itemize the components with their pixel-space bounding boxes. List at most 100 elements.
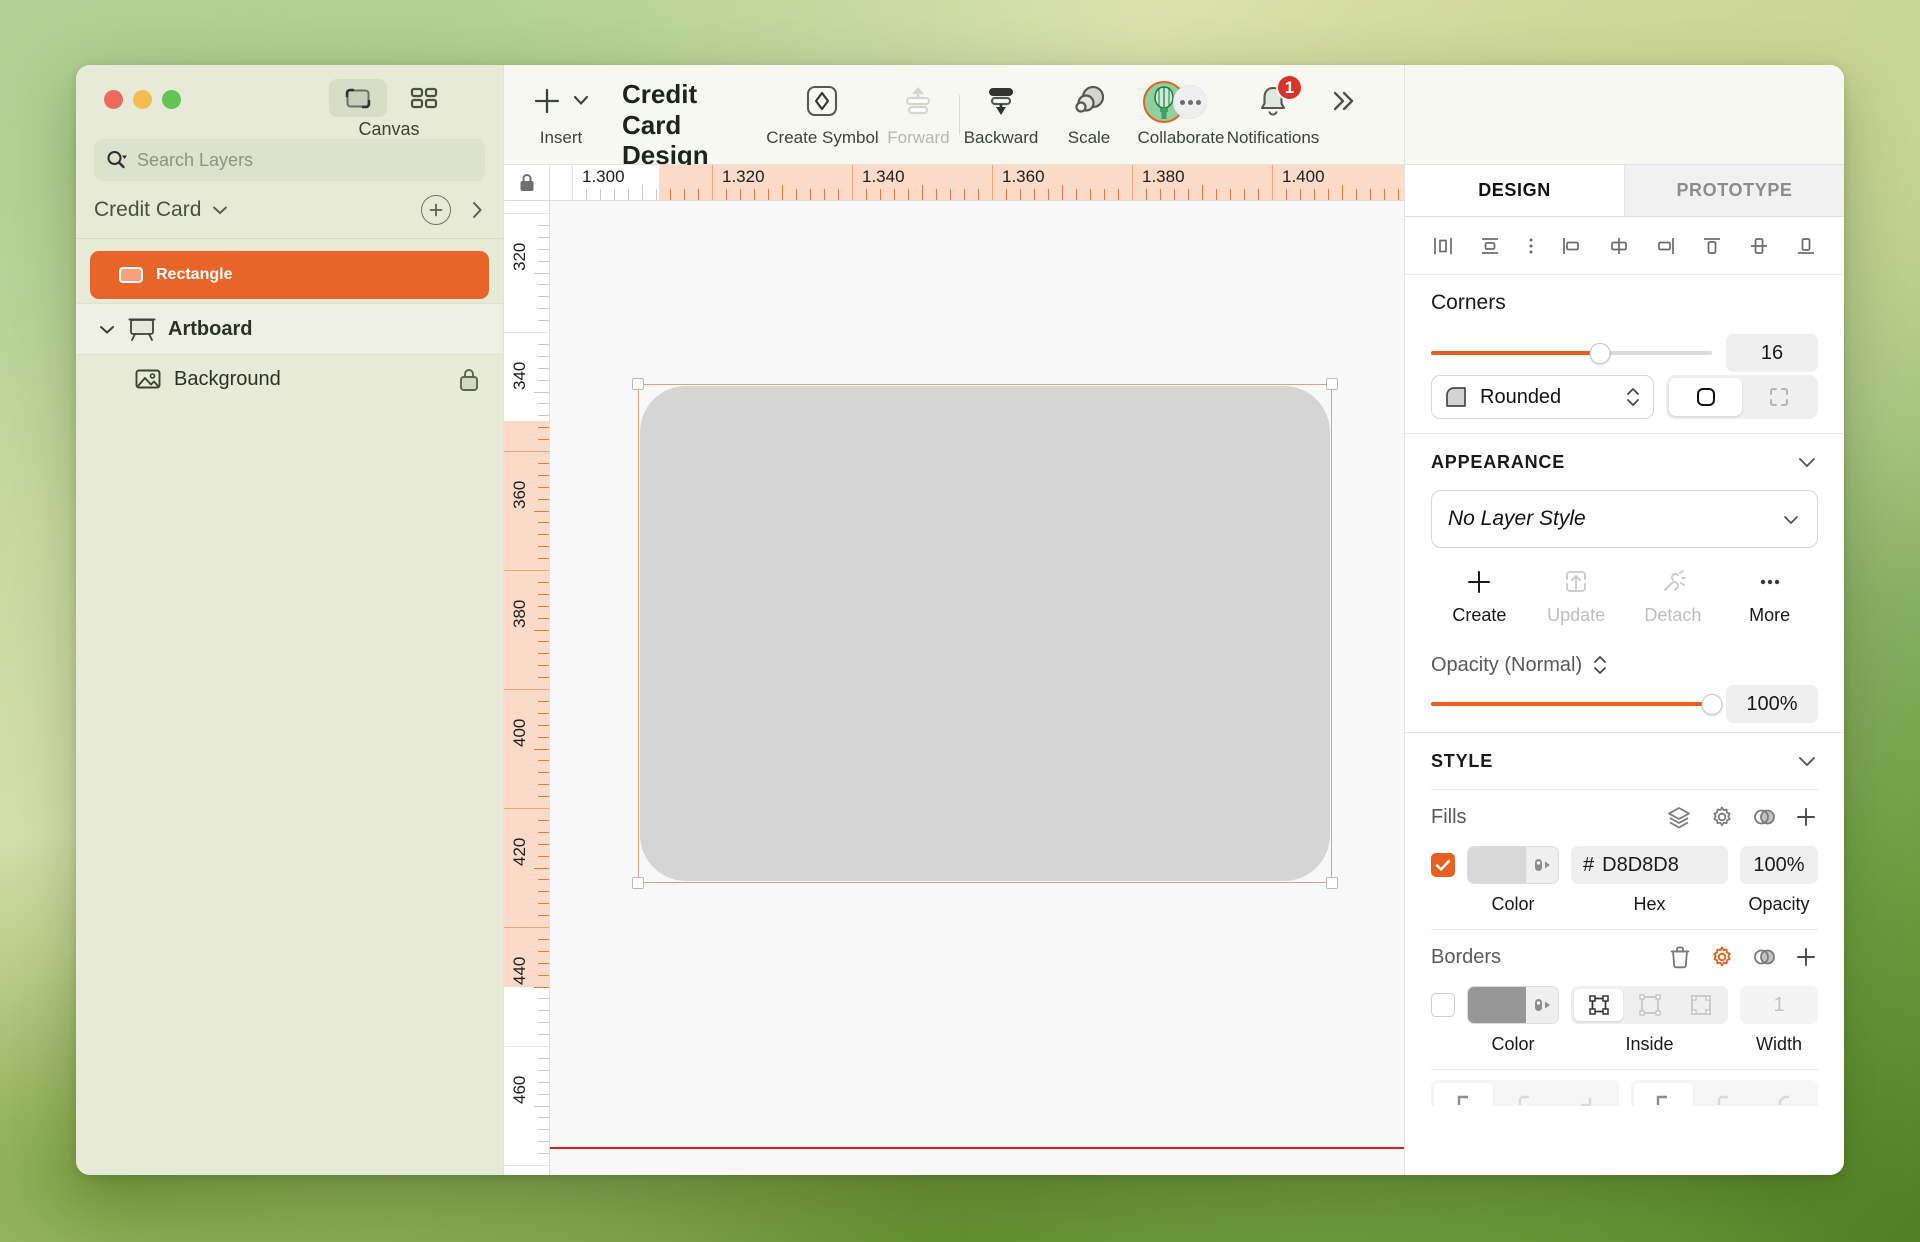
add-page-button[interactable] (421, 195, 451, 225)
ruler-tick-label: 1.340 (862, 167, 905, 187)
corner-radius-value[interactable]: 16 (1726, 334, 1818, 372)
align-middle-icon[interactable] (1607, 235, 1631, 257)
page-selector-row[interactable]: Credit Card (76, 181, 503, 239)
line-join-segmented[interactable] (1631, 1080, 1819, 1106)
create-symbol-label: Create Symbol (766, 128, 878, 148)
corner-type-controls: Rounded (1431, 375, 1818, 433)
border-outside-button[interactable] (1676, 989, 1725, 1021)
join-bevel-icon (1774, 1089, 1796, 1106)
border-enabled-checkbox[interactable] (1431, 993, 1455, 1017)
create-symbol-button[interactable]: Create Symbol (787, 65, 857, 148)
traffic-light-buttons[interactable] (104, 90, 181, 109)
cap-round-icon (1514, 1089, 1536, 1106)
align-center-horizontal-icon[interactable] (1478, 235, 1502, 257)
tab-design[interactable]: DESIGN (1405, 165, 1624, 216)
view-mode-toggle[interactable] (329, 79, 453, 117)
check-icon (1435, 859, 1451, 872)
blend-icon[interactable] (1752, 945, 1776, 969)
toolbar-overflow-button[interactable] (1308, 65, 1378, 121)
trash-icon[interactable] (1668, 945, 1692, 969)
border-inside-button[interactable] (1625, 989, 1674, 1021)
stepper-icon[interactable] (1625, 384, 1641, 410)
vertical-ruler[interactable]: 320340360380400420440460480 (504, 201, 550, 1175)
collaborators-overflow-icon[interactable] (1173, 85, 1207, 119)
chevron-down-icon[interactable] (1796, 754, 1818, 768)
notifications-button[interactable]: 1 Notifications (1238, 65, 1308, 148)
chevron-down-icon[interactable] (98, 323, 116, 336)
collaborate-button[interactable]: Collaborate (1146, 65, 1216, 148)
align-edge-right-icon[interactable] (1653, 235, 1677, 257)
selection-handle-top-right[interactable] (1326, 378, 1338, 390)
fill-color-swatch[interactable] (1467, 846, 1559, 884)
cap-round-button[interactable] (1495, 1083, 1554, 1106)
update-style-button[interactable]: Update (1528, 568, 1625, 626)
layer-row-rectangle[interactable]: Rectangle (90, 251, 489, 299)
detach-style-button[interactable]: Detach (1625, 568, 1722, 626)
corner-type-select[interactable]: Rounded (1431, 375, 1654, 419)
opacity-value[interactable]: 100% (1726, 685, 1818, 723)
fill-enabled-checkbox[interactable] (1431, 853, 1455, 877)
chevron-down-icon[interactable] (572, 86, 590, 116)
create-style-button[interactable]: Create (1431, 568, 1528, 626)
layer-row-background[interactable]: Background (76, 355, 503, 403)
toolbar-divider (959, 95, 960, 135)
horizontal-ruler-track[interactable]: 1.3001.3201.3401.3601.3801.4001.4201.440 (550, 165, 1404, 200)
distribute-icon[interactable] (1525, 235, 1537, 257)
selection-handle-bottom-right[interactable] (1326, 877, 1338, 889)
border-color-swatch[interactable] (1467, 986, 1559, 1024)
more-style-button[interactable]: More (1721, 568, 1818, 626)
corner-radius-slider[interactable] (1431, 343, 1712, 363)
border-width-input[interactable]: 1 (1740, 986, 1818, 1024)
lock-icon[interactable] (457, 365, 481, 393)
ruler-lock-button[interactable] (504, 165, 550, 200)
plus-icon[interactable] (1794, 805, 1818, 829)
join-round-button[interactable] (1695, 1083, 1754, 1106)
scale-button[interactable]: Scale (1054, 65, 1124, 148)
line-cap-segmented[interactable] (1431, 1080, 1619, 1106)
artboard-canvas[interactable] (550, 201, 1404, 1175)
stepper-icon[interactable] (1592, 652, 1608, 678)
blend-icon[interactable] (1752, 805, 1776, 829)
layer-style-select[interactable]: No Layer Style (1431, 490, 1818, 548)
align-left-icon[interactable] (1431, 235, 1455, 257)
chevron-down-icon[interactable] (1796, 455, 1818, 469)
grid-view-button[interactable] (395, 79, 453, 117)
chevron-right-icon[interactable] (469, 199, 485, 221)
plus-icon[interactable] (1794, 945, 1818, 969)
join-bevel-button[interactable] (1756, 1083, 1815, 1106)
style-header[interactable]: STYLE (1431, 733, 1818, 789)
horizontal-ruler[interactable]: 1.3001.3201.3401.3601.3801.4001.4201.440 (504, 165, 1404, 201)
insert-button[interactable]: Insert (526, 65, 596, 148)
join-miter-button[interactable] (1634, 1083, 1693, 1106)
uniform-corners-button[interactable] (1669, 378, 1742, 416)
selection-handle-bottom-left[interactable] (632, 877, 644, 889)
selection-handle-top-left[interactable] (632, 378, 644, 390)
gear-icon[interactable] (1710, 945, 1734, 969)
align-top-icon[interactable] (1700, 235, 1724, 257)
cap-butt-button[interactable] (1434, 1083, 1493, 1106)
individual-corners-button[interactable] (1742, 378, 1815, 416)
ellipsis-icon (1756, 568, 1784, 596)
minimize-window-button[interactable] (133, 90, 152, 109)
canvas-view-button[interactable] (329, 79, 387, 117)
border-center-button[interactable] (1574, 989, 1623, 1021)
search-input[interactable]: Search Layers (94, 139, 485, 181)
cap-square-button[interactable] (1556, 1083, 1615, 1106)
appearance-header[interactable]: APPEARANCE (1431, 434, 1818, 490)
backward-button[interactable]: Backward (966, 65, 1036, 148)
individual-corners-icon (1767, 385, 1791, 409)
fill-opacity-input[interactable]: 100% (1740, 846, 1818, 884)
close-window-button[interactable] (104, 90, 123, 109)
fill-hex-input[interactable]: # D8D8D8 (1571, 846, 1728, 884)
gear-icon[interactable] (1710, 805, 1734, 829)
align-center-vertical-icon[interactable] (1747, 235, 1771, 257)
align-edge-left-icon[interactable] (1560, 235, 1584, 257)
zoom-window-button[interactable] (162, 90, 181, 109)
tab-prototype[interactable]: PROTOTYPE (1624, 165, 1844, 216)
forward-button[interactable]: Forward (883, 65, 953, 148)
create-style-label: Create (1452, 605, 1506, 626)
opacity-slider[interactable] (1431, 694, 1712, 714)
align-bottom-icon[interactable] (1794, 235, 1818, 257)
layers-icon[interactable] (1666, 805, 1692, 829)
layer-row-artboard[interactable]: Artboard (76, 303, 503, 355)
